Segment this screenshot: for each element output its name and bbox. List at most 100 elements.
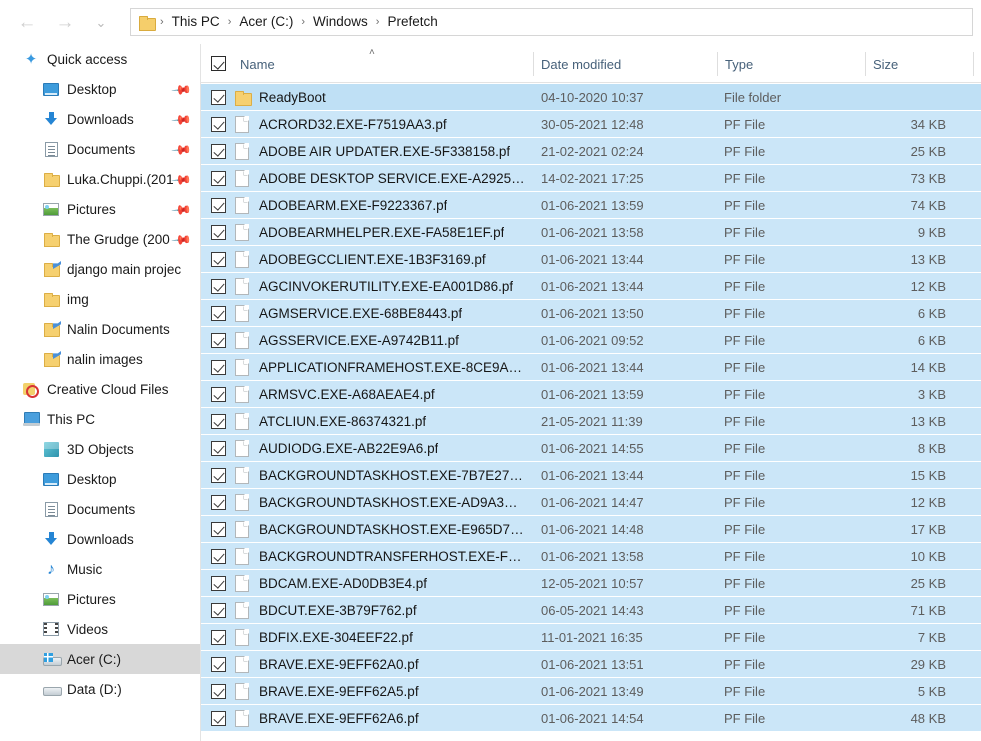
row-checkbox[interactable] [211,333,226,348]
row-checkbox[interactable] [211,630,226,645]
table-row[interactable]: ATCLIUN.EXE-86374321.pf21-05-2021 11:39P… [201,408,981,435]
table-row[interactable]: BRAVE.EXE-9EFF62A6.pf01-06-2021 14:54PF … [201,705,981,732]
sidebar-item-documents[interactable]: Documents [0,494,200,524]
row-checkbox[interactable] [211,684,226,699]
column-divider[interactable] [717,52,718,76]
sidebar-item-django-main-projec[interactable]: django main projec [0,254,200,284]
column-divider[interactable] [973,52,974,76]
table-row[interactable]: ADOBEGCCLIENT.EXE-1B3F3169.pf01-06-2021 … [201,246,981,273]
column-divider[interactable] [865,52,866,76]
sidebar-item-this-pc[interactable]: This PC [0,404,200,434]
sidebar-item-luka-chuppi-201[interactable]: Luka.Chuppi.(201📌 [0,164,200,194]
row-checkbox[interactable] [211,441,226,456]
row-checkbox[interactable] [211,657,226,672]
column-header-size[interactable]: Size [873,57,898,72]
row-checkbox[interactable] [211,603,226,618]
pin-icon[interactable]: 📌 [171,230,189,248]
row-checkbox[interactable] [211,144,226,159]
sidebar-item-desktop[interactable]: Desktop📌 [0,74,200,104]
table-row[interactable]: APPLICATIONFRAMEHOST.EXE-8CE9A…01-06-202… [201,354,981,381]
sidebar-item-img[interactable]: img [0,284,200,314]
sidebar-item-data-d[interactable]: Data (D:) [0,674,200,704]
pin-icon[interactable]: 📌 [171,200,189,218]
table-row[interactable]: ReadyBoot04-10-2020 10:37File folder [201,84,981,111]
column-header-type[interactable]: Type [725,57,753,72]
table-row[interactable]: ADOBE AIR UPDATER.EXE-5F338158.pf21-02-2… [201,138,981,165]
table-row[interactable]: AGCINVOKERUTILITY.EXE-EA001D86.pf01-06-2… [201,273,981,300]
sidebar-item-nalin-documents[interactable]: Nalin Documents [0,314,200,344]
table-row[interactable]: ADOBEARMHELPER.EXE-FA58E1EF.pf01-06-2021… [201,219,981,246]
sidebar-item-music[interactable]: ♪Music [0,554,200,584]
table-row[interactable]: BRAVE.EXE-9EFF62A5.pf01-06-2021 13:49PF … [201,678,981,705]
row-checkbox[interactable] [211,495,226,510]
file-type: PF File [724,711,765,726]
pin-icon[interactable]: 📌 [171,110,189,128]
sidebar-item-acer-c[interactable]: Acer (C:) [0,644,200,674]
sidebar-item-creative-cloud-files[interactable]: Creative Cloud Files [0,374,200,404]
table-row[interactable]: BACKGROUNDTRANSFERHOST.EXE-F…01-06-2021 … [201,543,981,570]
row-checkbox[interactable] [211,576,226,591]
table-row[interactable]: AGSSERVICE.EXE-A9742B11.pf01-06-2021 09:… [201,327,981,354]
back-icon[interactable]: ← [12,7,42,37]
breadcrumb-item-acer-c[interactable]: Acer (C:) [234,9,298,35]
sidebar-item-desktop[interactable]: Desktop [0,464,200,494]
column-header-date-modified[interactable]: Date modified [541,57,621,72]
sidebar-item-pictures[interactable]: Pictures [0,584,200,614]
table-row[interactable]: BACKGROUNDTASKHOST.EXE-7B7E27…01-06-2021… [201,462,981,489]
table-row[interactable]: BDCAM.EXE-AD0DB3E4.pf12-05-2021 10:57PF … [201,570,981,597]
file-date-modified: 01-06-2021 13:58 [541,225,644,240]
row-checkbox[interactable] [211,468,226,483]
table-row[interactable]: BACKGROUNDTASKHOST.EXE-E965D7…01-06-2021… [201,516,981,543]
table-row[interactable]: AUDIODG.EXE-AB22E9A6.pf01-06-2021 14:55P… [201,435,981,462]
table-row[interactable]: ARMSVC.EXE-A68AEAE4.pf01-06-2021 13:59PF… [201,381,981,408]
chevron-down-icon[interactable]: ⌄ [86,7,116,37]
sidebar-item-videos[interactable]: Videos [0,614,200,644]
row-checkbox[interactable] [211,90,226,105]
column-header-row[interactable]: ˄ Name Date modified Type Size [201,44,981,83]
table-row[interactable]: ADOBEARM.EXE-F9223367.pf01-06-2021 13:59… [201,192,981,219]
sidebar-item-documents[interactable]: Documents📌 [0,134,200,164]
pin-icon[interactable]: 📌 [171,170,189,188]
breadcrumb-item-windows[interactable]: Windows [308,9,373,35]
file-name: ADOBE DESKTOP SERVICE.EXE-A2925… [259,171,525,186]
row-checkbox[interactable] [211,171,226,186]
sidebar-item-downloads[interactable]: Downloads [0,524,200,554]
file-list-pane[interactable]: ˄ Name Date modified Type Size ReadyBoot… [201,44,981,741]
row-checkbox[interactable] [211,522,226,537]
row-checkbox[interactable] [211,279,226,294]
row-checkbox[interactable] [211,549,226,564]
table-row[interactable]: BDFIX.EXE-304EEF22.pf11-01-2021 16:35PF … [201,624,981,651]
sidebar-item-nalin-images[interactable]: nalin images [0,344,200,374]
row-checkbox[interactable] [211,225,226,240]
forward-icon[interactable]: → [50,7,80,37]
select-all-checkbox[interactable] [211,56,226,71]
pin-icon[interactable]: 📌 [171,80,189,98]
table-row[interactable]: BRAVE.EXE-9EFF62A0.pf01-06-2021 13:51PF … [201,651,981,678]
sidebar-item-pictures[interactable]: Pictures📌 [0,194,200,224]
row-checkbox[interactable] [211,360,226,375]
navigation-pane[interactable]: ✦Quick accessDesktop📌Downloads📌Documents… [0,44,200,741]
row-checkbox[interactable] [211,117,226,132]
table-row[interactable]: ADOBE DESKTOP SERVICE.EXE-A2925…14-02-20… [201,165,981,192]
row-checkbox[interactable] [211,711,226,726]
table-row[interactable]: ACRORD32.EXE-F7519AA3.pf30-05-2021 12:48… [201,111,981,138]
row-checkbox[interactable] [211,387,226,402]
file-list[interactable]: ReadyBoot04-10-2020 10:37File folderACRO… [201,84,981,741]
row-checkbox[interactable] [211,414,226,429]
sidebar-item-3d-objects[interactable]: 3D Objects [0,434,200,464]
table-row[interactable]: BDCUT.EXE-3B79F762.pf06-05-2021 14:43PF … [201,597,981,624]
table-row[interactable]: AGMSERVICE.EXE-68BE8443.pf01-06-2021 13:… [201,300,981,327]
row-checkbox[interactable] [211,306,226,321]
breadcrumb[interactable]: › This PC › Acer (C:) › Windows › Prefet… [130,8,973,36]
sidebar-item-downloads[interactable]: Downloads📌 [0,104,200,134]
breadcrumb-item-prefetch[interactable]: Prefetch [382,9,442,35]
pin-icon[interactable]: 📌 [171,140,189,158]
column-header-name[interactable]: Name [240,57,275,72]
breadcrumb-item-this-pc[interactable]: This PC [167,9,225,35]
row-checkbox[interactable] [211,198,226,213]
sidebar-item-the-grudge-200[interactable]: The Grudge (200📌 [0,224,200,254]
row-checkbox[interactable] [211,252,226,267]
table-row[interactable]: BACKGROUNDTASKHOST.EXE-AD9A3…01-06-2021 … [201,489,981,516]
column-divider[interactable] [533,52,534,76]
sidebar-item-quick-access[interactable]: ✦Quick access [0,44,200,74]
